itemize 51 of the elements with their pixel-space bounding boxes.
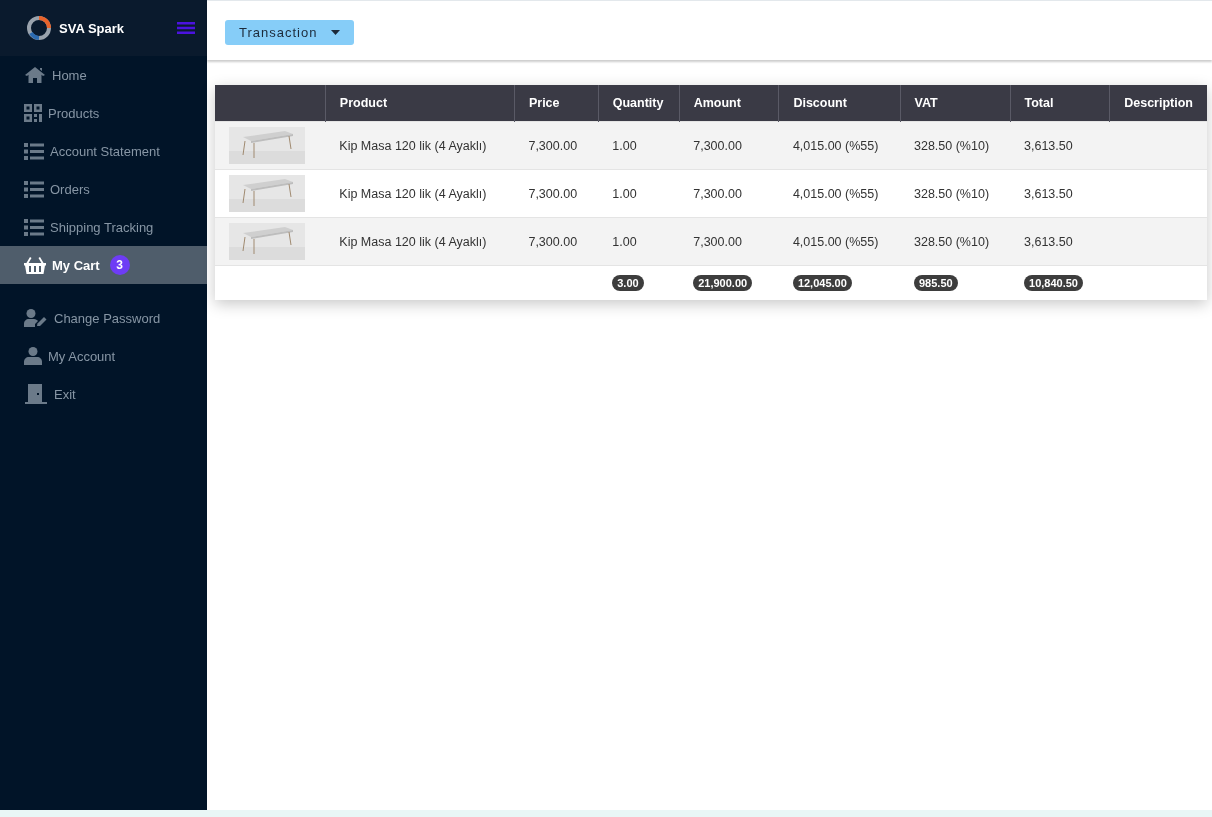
table-cell: 1.00	[598, 121, 680, 170]
list-icon	[24, 142, 44, 160]
total-pill: 21,900.00	[693, 275, 753, 291]
table-cell: 328.50 (%10)	[900, 217, 1010, 266]
table-cell: 4,015.00 (%55)	[778, 217, 900, 266]
qr-code-icon	[24, 104, 42, 122]
sidebar-item[interactable]: Change Password	[0, 299, 207, 337]
caret-icon	[331, 30, 341, 35]
home-icon	[24, 66, 46, 84]
sidebar-item[interactable]: Home	[0, 56, 207, 94]
count-badge: 3	[109, 255, 130, 275]
table-cell: 7,300.00	[514, 217, 599, 266]
column-header[interactable]: Discount	[778, 85, 900, 122]
sidebar-item[interactable]: My Account	[0, 337, 207, 375]
table-cell: 7,300.00	[679, 217, 779, 266]
sidebar-item[interactable]: Orders	[0, 170, 207, 208]
column-header[interactable]: Quantity	[598, 85, 680, 122]
sidebar-item[interactable]: Exit	[0, 375, 207, 413]
sidebar-item[interactable]: Shipping Tracking	[0, 208, 207, 246]
sidebar-item[interactable]: My Cart 3	[0, 246, 207, 284]
user-edit-icon	[24, 309, 48, 327]
user-icon	[24, 347, 42, 365]
logo-icon	[26, 15, 52, 41]
total-pill: 12,045.00	[792, 275, 852, 291]
basket-icon	[24, 256, 46, 274]
table-cell: 3,613.50	[1010, 217, 1110, 266]
sidebar-item[interactable]: Account Statement	[0, 132, 207, 170]
column-header[interactable]: Price	[514, 85, 599, 122]
column-header[interactable]: VAT	[900, 85, 1010, 122]
table-cell: 7,300.00	[514, 121, 599, 170]
table-cell: 4,015.00 (%55)	[778, 121, 900, 170]
list-icon	[24, 180, 44, 198]
table-cell: 328.50 (%10)	[900, 121, 1010, 170]
column-header[interactable]: Product	[325, 85, 515, 122]
column-header[interactable]: Total	[1010, 85, 1110, 122]
table-cell: 3,613.50	[1010, 121, 1110, 170]
column-header[interactable]	[215, 85, 326, 122]
total-pill: 985.50	[914, 275, 958, 291]
table-cell: 1.00	[598, 217, 680, 266]
transaction-dropdown[interactable]: Transaction	[225, 20, 355, 45]
table-cell: Kip Masa 120 lik (4 Ayaklı)	[325, 121, 515, 170]
table-cell: 7,300.00	[679, 121, 779, 170]
table-cell: Kip Masa 120 lik (4 Ayaklı)	[325, 217, 515, 266]
sidebar-item[interactable]: Products	[0, 94, 207, 132]
list-icon	[24, 218, 44, 236]
column-header[interactable]: Amount	[679, 85, 779, 122]
door-icon	[24, 384, 48, 404]
brand-name: SVA Spark	[59, 20, 126, 36]
column-header[interactable]: Description	[1109, 85, 1207, 122]
total-pill: 10,840.50	[1024, 275, 1083, 291]
total-pill: 3.00	[612, 275, 644, 291]
